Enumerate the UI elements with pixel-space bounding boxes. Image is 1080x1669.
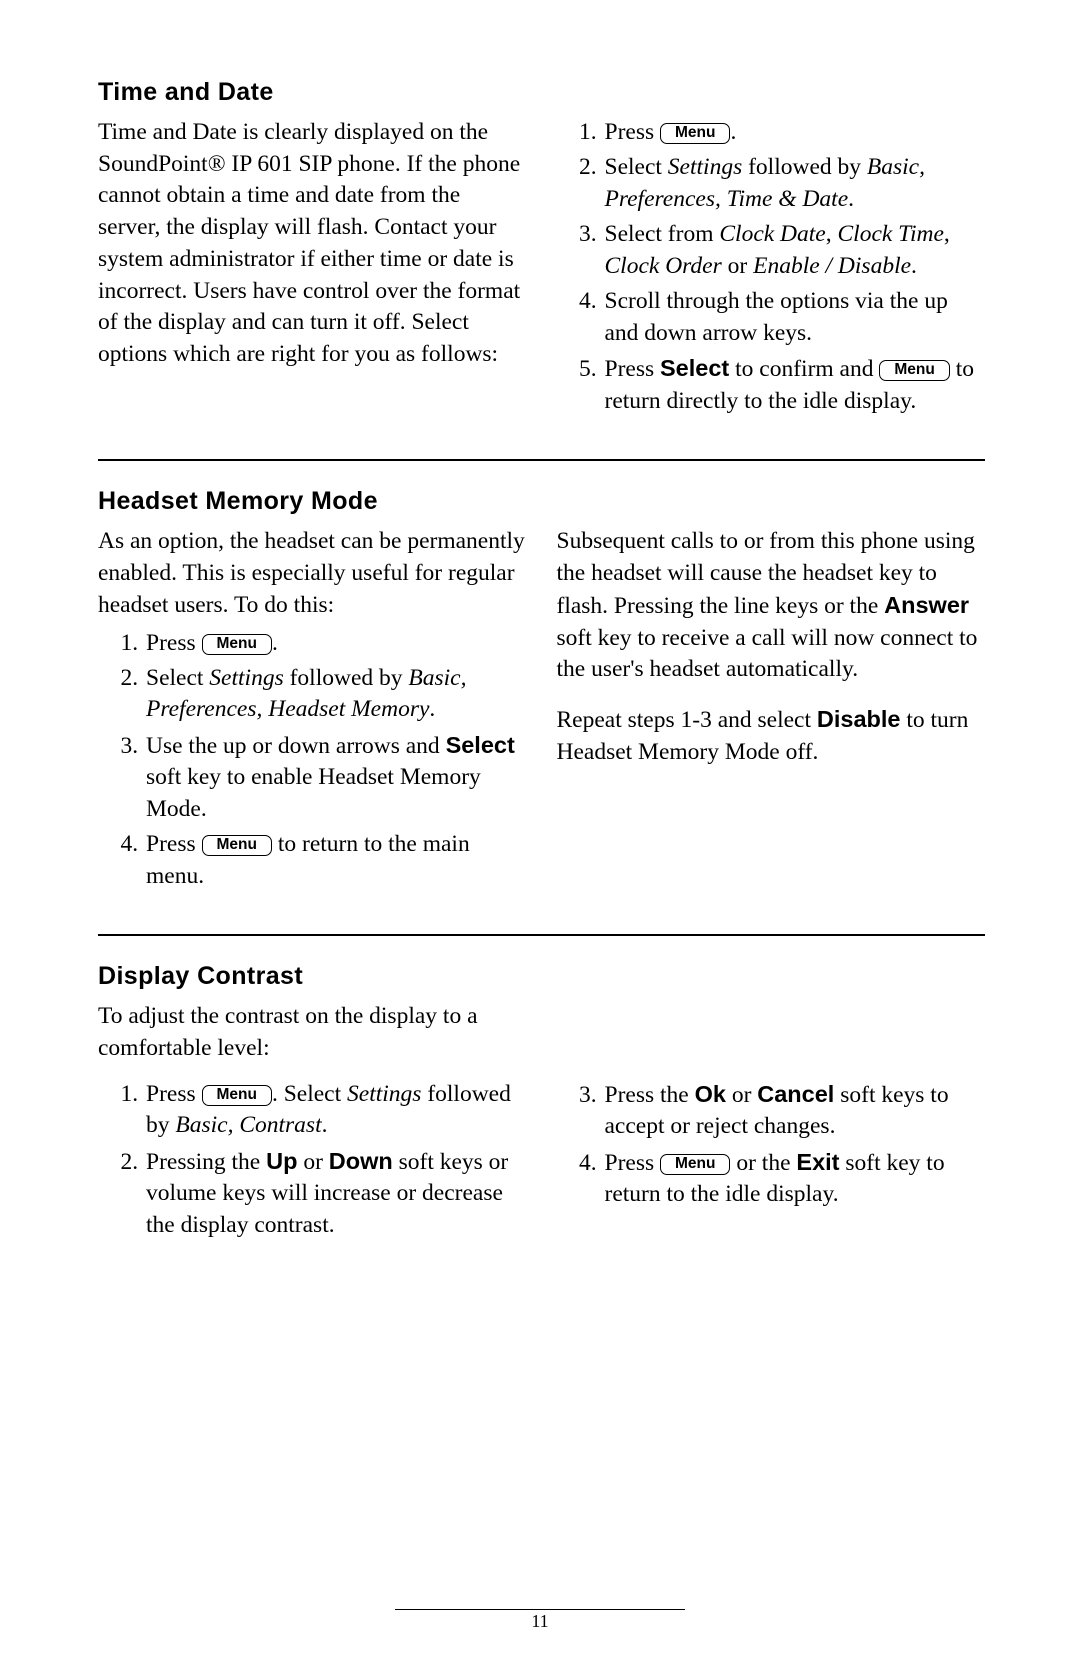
softkey-label: Up <box>266 1148 297 1174</box>
columns-headset: As an option, the headset can be perma­n… <box>98 526 985 896</box>
document-page: Time and Date Time and Date is clearly d… <box>0 0 1080 1245</box>
text: followed by <box>742 154 867 180</box>
text: soft key to receive a call will now conn… <box>557 625 978 683</box>
intro-display-contrast: To adjust the contrast on the display to… <box>98 1001 542 1064</box>
text: , <box>944 221 950 247</box>
heading-headset-memory: Headset Memory Mode <box>98 487 985 516</box>
text: Pressing the <box>146 1149 266 1175</box>
menu-button-icon: Menu <box>660 1154 730 1175</box>
headset-paragraph-1: Subsequent calls to or from this phone u… <box>557 526 986 686</box>
menu-button-icon: Menu <box>202 835 272 856</box>
section-headset-memory: Headset Memory Mode As an option, the he… <box>98 487 985 896</box>
step-1: Press Menu. <box>144 628 527 659</box>
steps-contrast-left: Press Menu. Select Settings fol­lowed by… <box>98 1079 527 1241</box>
text: Press <box>605 119 661 145</box>
text: Select from <box>605 221 720 247</box>
text: or <box>726 1082 757 1108</box>
softkey-label: Select <box>446 732 515 758</box>
col-right: Press Menu. Select Settings followed by … <box>557 117 986 421</box>
section-time-and-date: Time and Date Time and Date is clearly d… <box>98 78 985 421</box>
text: . Select <box>272 1081 347 1107</box>
intro-headset: As an option, the headset can be perma­n… <box>98 526 527 621</box>
text: or <box>297 1149 328 1175</box>
steps-headset: Press Menu. Select Settings followed by … <box>98 628 527 893</box>
text: , <box>826 221 838 247</box>
text: Use the up or down arrows and <box>146 733 446 759</box>
emphasis: Clock Order <box>605 253 722 279</box>
text: Press <box>605 1150 661 1176</box>
col-left: Time and Date is clearly displayed on th… <box>98 117 527 421</box>
text: Press <box>146 1081 202 1107</box>
emphasis: Settings <box>668 154 742 180</box>
text: Press <box>605 356 661 382</box>
text: to confirm and <box>729 356 879 382</box>
footer-rule <box>395 1609 685 1610</box>
softkey-label: Cancel <box>757 1081 834 1107</box>
emphasis: Settings <box>209 665 283 691</box>
step-4: Press Menu to return to the main menu. <box>144 829 527 892</box>
step-1: Press Menu. Select Settings fol­lowed by… <box>144 1079 527 1142</box>
softkey-label: Down <box>329 1148 393 1174</box>
page-number: 11 <box>531 1611 548 1632</box>
headset-paragraph-2: Repeat steps 1-3 and select Disable to t… <box>557 704 986 768</box>
text: . <box>272 630 278 656</box>
menu-button-icon: Menu <box>202 1085 272 1106</box>
text: . <box>322 1112 328 1138</box>
step-4: Press Menu or the Exit soft key to retur… <box>603 1147 986 1211</box>
text: . <box>848 186 854 212</box>
step-2: Pressing the Up or Down soft keys or vol… <box>144 1146 527 1241</box>
step-3: Press the Ok or Cancel soft keys to acce… <box>603 1079 986 1143</box>
menu-button-icon: Menu <box>879 360 949 381</box>
softkey-label: Answer <box>884 592 969 618</box>
text: Select <box>605 154 668 180</box>
emphasis: Settings <box>347 1081 421 1107</box>
step-2: Select Settings followed by Basic, Prefe… <box>144 663 527 726</box>
menu-button-icon: Menu <box>660 123 730 144</box>
col-right: Subsequent calls to or from this phone u… <box>557 526 986 896</box>
emphasis: Clock Time <box>837 221 943 247</box>
emphasis: Enable / Disable <box>753 253 911 279</box>
text: Select <box>146 665 209 691</box>
text: soft key to enable Headset Memory Mode. <box>146 764 481 821</box>
columns-time-and-date: Time and Date is clearly displayed on th… <box>98 117 985 421</box>
col-right: Press the Ok or Cancel soft keys to acce… <box>557 1079 986 1245</box>
text: . <box>911 253 917 279</box>
text: Press <box>146 630 202 656</box>
step-4: Scroll through the options via the up an… <box>603 286 986 349</box>
step-5: Press Select to confirm and Menu to retu… <box>603 353 986 417</box>
text: Repeat steps 1-3 and select <box>557 707 817 733</box>
text: Press the <box>605 1082 695 1108</box>
section-display-contrast: Display Contrast To adjust the contrast … <box>98 962 985 1245</box>
col-left: Press Menu. Select Settings fol­lowed by… <box>98 1079 527 1245</box>
intro-time-and-date: Time and Date is clearly displayed on th… <box>98 117 527 371</box>
col-left: As an option, the headset can be perma­n… <box>98 526 527 896</box>
columns-contrast: Press Menu. Select Settings fol­lowed by… <box>98 1079 985 1245</box>
menu-button-icon: Menu <box>202 634 272 655</box>
softkey-label: Ok <box>695 1081 726 1107</box>
emphasis: Basic, Contrast <box>175 1112 321 1138</box>
steps-time-and-date: Press Menu. Select Settings followed by … <box>557 117 986 417</box>
text: . <box>429 696 435 722</box>
softkey-label: Select <box>660 355 729 381</box>
heading-time-and-date: Time and Date <box>98 78 985 107</box>
text: Press <box>146 831 202 857</box>
softkey-label: Exit <box>796 1149 839 1175</box>
step-1: Press Menu. <box>603 117 986 148</box>
step-2: Select Settings followed by Basic, Prefe… <box>603 152 986 215</box>
steps-contrast-right: Press the Ok or Cancel soft keys to acce… <box>557 1079 986 1211</box>
section-divider <box>98 934 985 936</box>
section-divider <box>98 459 985 461</box>
step-3: Use the up or down arrows and Select sof… <box>144 730 527 825</box>
step-3: Select from Clock Date, Clock Time, Cloc… <box>603 219 986 282</box>
text: followed by <box>284 665 409 691</box>
text: . <box>730 119 736 145</box>
emphasis: Clock Date <box>719 221 825 247</box>
text: or the <box>730 1150 796 1176</box>
text: or <box>722 253 753 279</box>
heading-display-contrast: Display Contrast <box>98 962 985 991</box>
softkey-label: Disable <box>817 706 901 732</box>
